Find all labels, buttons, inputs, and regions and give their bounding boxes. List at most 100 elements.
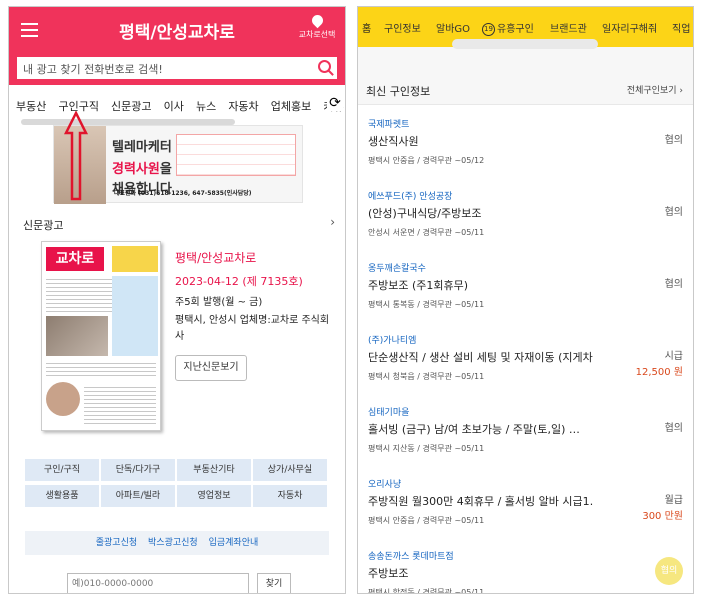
grid-item-sales[interactable]: 영업정보 xyxy=(177,485,251,507)
job-company: 옹두깨손칼국수 xyxy=(368,264,426,274)
job-company: 오리사냥 xyxy=(368,480,402,490)
job-list-header: 최신 구인정보 전체구인보기 › xyxy=(358,75,693,105)
find-button[interactable]: 찾기 xyxy=(257,573,291,593)
banner-phone: 대표전화 (031)618-1236, 647-5835(인사담당) xyxy=(114,190,252,197)
tab-job-info[interactable]: 구인정보 xyxy=(384,20,421,35)
tab-entertainment-jobs[interactable]: 19 유흥구인 xyxy=(482,20,534,36)
job-title: 주방보조 (주1회휴무) xyxy=(368,279,469,292)
tab-home[interactable]: 홈 xyxy=(362,20,371,35)
newspaper-schedule: 주5회 발행(월 ~ 금) xyxy=(175,297,263,308)
view-all-label: 전체구인보기 xyxy=(626,86,677,96)
search-icon[interactable] xyxy=(318,60,331,73)
grid-item-household[interactable]: 생활용품 xyxy=(25,485,99,507)
job-meta: 평택시 합정동 / 경력무관 ~05/11 xyxy=(368,588,485,594)
newspaper-ad-box xyxy=(112,246,158,272)
job-list-item[interactable]: 심태기마을 홀서빙 (금구) 남/여 초보가능 / 주말(토,일) … 평택시 지산… xyxy=(358,393,693,467)
grid-item-houses[interactable]: 단독/다가구 xyxy=(101,459,175,481)
tab-alba-go[interactable]: 알바GO xyxy=(436,20,470,35)
job-list-item[interactable]: 국제파렛트생산직사원평택시 안중읍 / 경력무관 ~05/12 협의 xyxy=(358,105,693,179)
region-select-button[interactable]: 교차로선택 xyxy=(297,12,337,40)
newspaper-masthead: 교차로 xyxy=(46,247,104,271)
left-screenshot-panel: 평택/안성교차로 교차로선택 내 광고 찾기 전화번호로 검색! 부동산 구인구… xyxy=(8,6,346,594)
region-select-label: 교차로선택 xyxy=(298,30,336,39)
job-title: (안성)구내식당/주방보조 xyxy=(368,207,482,220)
section-title: 신문광고 xyxy=(23,219,64,232)
banner-ad[interactable]: 텔레마케터 경력사원을 채용합니다 대표전화 (031)618-1236, 64… xyxy=(53,125,303,204)
job-meta: 안성시 서운면 / 경력무관 ~05/11 xyxy=(368,228,485,237)
grid-item-cars[interactable]: 자동차 xyxy=(253,485,327,507)
refresh-icon[interactable]: ⟳ xyxy=(327,95,343,111)
job-list-item[interactable]: 오리사냥주방직원 월300만 4회휴무 / 홀서빙 알바 시급1… 평택시 안중읍… xyxy=(358,465,693,539)
newspaper-name: 평택/안성교차로 xyxy=(175,251,257,265)
job-company: 송송돈까스 롯데마트점 xyxy=(368,552,454,562)
category-nav: 부동산 구인구직 신문광고 이사 뉴스 자동차 업체홍보 커뮤 ⟳ xyxy=(9,95,345,119)
category-tab-cars[interactable]: 자동차 xyxy=(228,98,258,114)
tab-find-job[interactable]: 일자리구해줘 xyxy=(602,20,657,35)
job-meta: 평택시 안중읍 / 경력무관 ~05/12 xyxy=(368,156,485,165)
job-pay-amount: 12,500 원 xyxy=(635,367,683,378)
job-pay-type: 월급 xyxy=(664,495,683,506)
category-tab-realestate[interactable]: 부동산 xyxy=(16,98,46,114)
job-company: (주)가나티엠 xyxy=(368,336,417,346)
grid-item-jobs[interactable]: 구인/구직 xyxy=(25,459,99,481)
location-pin-icon xyxy=(309,12,325,29)
newspaper-text-block-3 xyxy=(84,384,156,424)
category-tab-news[interactable]: 뉴스 xyxy=(196,98,216,114)
newspaper-woman-photo xyxy=(46,382,80,416)
tab-occupation[interactable]: 직업 xyxy=(672,20,690,35)
category-tab-moving[interactable]: 이사 xyxy=(164,98,184,114)
job-title: 단순생산직 / 생산 설비 세팅 및 자재이동 (지게차… xyxy=(368,351,594,364)
job-list-title: 최신 구인정보 xyxy=(366,85,431,98)
grid-item-apartment[interactable]: 아파트/빌라 xyxy=(101,485,175,507)
job-title: 주방직원 월300만 4회휴무 / 홀서빙 알바 시급1… xyxy=(368,495,594,508)
job-list-item[interactable]: (주)가나티엠 단순생산직 / 생산 설비 세팅 및 자재이동 (지게차… 평택시 … xyxy=(358,321,693,395)
job-meta: 평택시 안중읍 / 경력무관 ~05/11 xyxy=(368,516,485,525)
newspaper-photo xyxy=(46,316,108,356)
line-ad-link[interactable]: 줄광고신청 xyxy=(96,538,137,548)
job-list-item[interactable]: 송송돈까스 롯데마트점주방보조평택시 합정동 / 경력무관 ~05/11 xyxy=(358,537,693,594)
category-tab-business[interactable]: 업체홍보 xyxy=(271,98,311,114)
tab-entertainment-label: 유흥구인 xyxy=(497,24,534,35)
banner-line2-suffix: 을 xyxy=(159,162,172,177)
phone-search-field[interactable]: 예)010-0000-0000 xyxy=(67,573,249,593)
job-pay-amount: 300 만원 xyxy=(642,511,683,522)
job-title: 주방보조 xyxy=(368,567,409,580)
tab-scroll-indicator xyxy=(452,39,598,49)
adult-19-icon: 19 xyxy=(482,23,495,36)
newspaper-date: 2023-04-12 (제 7135호) xyxy=(175,275,303,288)
job-list-item[interactable]: 에쓰푸드(주) 안성공장 (안성)구내식당/주방보조안성시 서운면 / 경력무관 … xyxy=(358,177,693,251)
banner-line1: 텔레마케터 xyxy=(112,140,172,155)
job-pay-type: 협의 xyxy=(664,279,683,290)
newspaper-text-block-2 xyxy=(46,360,156,378)
grid-item-office[interactable]: 상가/사무실 xyxy=(253,459,327,481)
newspaper-thumbnail[interactable]: 교차로 xyxy=(41,241,161,431)
site-header: 평택/안성교차로 교차로선택 xyxy=(9,7,345,55)
grid-item-realestate-etc[interactable]: 부동산기타 xyxy=(177,459,251,481)
site-title[interactable]: 평택/안성교차로 xyxy=(9,18,345,43)
ad-links-bar: 줄광고신청 박스광고신청 입금계좌안내 xyxy=(25,531,329,555)
past-newspaper-button[interactable]: 지난신문보기 xyxy=(175,355,247,381)
banner-line2: 경력사원을 xyxy=(112,158,172,177)
job-meta: 평택시 지산동 / 경력무관 ~05/11 xyxy=(368,444,485,453)
box-ad-link[interactable]: 박스광고신청 xyxy=(148,538,198,548)
category-tab-newspaper-ads[interactable]: 신문광고 xyxy=(111,98,151,114)
job-pay-type: 협의 xyxy=(664,135,683,146)
search-input[interactable]: 내 광고 찾기 전화번호로 검색! xyxy=(15,55,339,81)
job-title: 생산직사원 xyxy=(368,135,419,148)
deposit-account-link[interactable]: 입금계좌안내 xyxy=(209,538,259,548)
scroll-top-button[interactable]: 협의 xyxy=(655,557,683,585)
newspaper-region-info: 평택시, 안성시 업체명:교차로 주식회사 xyxy=(175,315,330,342)
job-company: 국제파렛트 xyxy=(368,120,410,130)
category-grid: 구인/구직 단독/다가구 부동산기타 상가/사무실 생활용품 아파트/빌라 영업… xyxy=(25,459,329,511)
job-title: 홀서빙 (금구) 남/여 초보가능 / 주말(토,일) … xyxy=(368,423,580,436)
job-meta: 평택시 통복동 / 경력무관 ~05/11 xyxy=(368,300,485,309)
job-company: 에쓰푸드(주) 안성공장 xyxy=(368,192,453,202)
tab-brand[interactable]: 브랜드관 xyxy=(550,20,587,35)
chevron-right-icon[interactable]: › xyxy=(330,215,335,229)
job-pay-type: 시급 xyxy=(664,351,683,362)
banner-table xyxy=(176,134,296,176)
view-all-jobs-link[interactable]: 전체구인보기 › xyxy=(627,83,683,96)
job-pay-type: 협의 xyxy=(664,423,683,434)
job-list-item[interactable]: 옹두깨손칼국수주방보조 (주1회휴무) 평택시 통복동 / 경력무관 ~05/11… xyxy=(358,249,693,323)
banner-highlight: 경력사원 xyxy=(112,162,160,177)
